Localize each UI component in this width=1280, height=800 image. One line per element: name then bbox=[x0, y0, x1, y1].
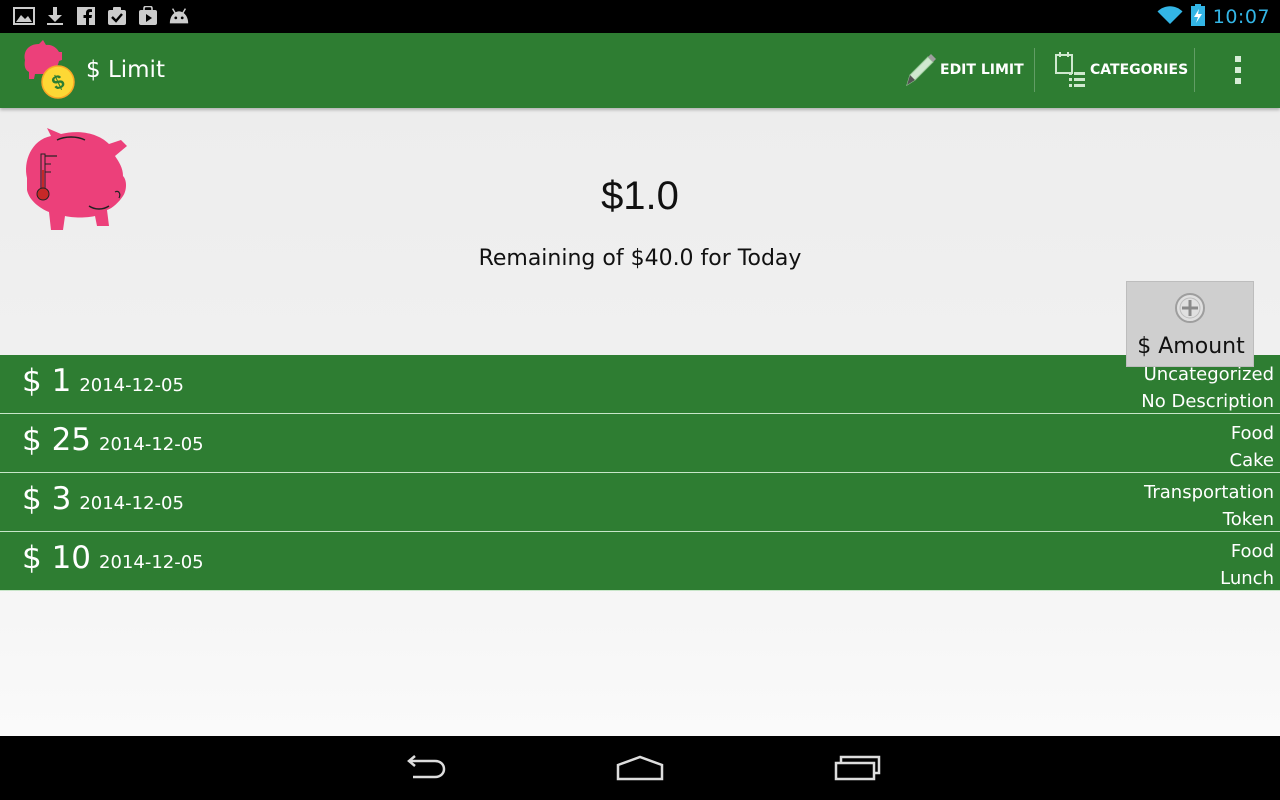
expense-date: 2014-12-05 bbox=[99, 434, 204, 455]
expense-amount-date: $ 25 2014-12-05 bbox=[22, 422, 204, 458]
recent-apps-icon bbox=[834, 755, 881, 781]
expense-row[interactable]: $ 25 2014-12-05 Food Cake bbox=[0, 414, 1280, 473]
edit-limit-label: EDIT LIMIT bbox=[940, 62, 1024, 78]
app-title: $ Limit bbox=[86, 57, 165, 83]
expense-amount: $ 10 bbox=[22, 540, 92, 576]
expense-description: Cake bbox=[1229, 450, 1274, 471]
expense-date: 2014-12-05 bbox=[79, 375, 184, 396]
wifi-icon bbox=[1157, 5, 1183, 29]
expense-description: Lunch bbox=[1220, 568, 1274, 589]
categories-list-icon bbox=[1050, 50, 1090, 90]
expense-amount: $ 25 bbox=[22, 422, 92, 458]
expense-date: 2014-12-05 bbox=[79, 493, 184, 514]
home-icon bbox=[616, 755, 664, 781]
expense-category: Food bbox=[1230, 423, 1274, 444]
system-status: 10:07 bbox=[1157, 0, 1270, 33]
expense-amount: $ 1 bbox=[22, 363, 72, 399]
expense-row[interactable]: $ 1 2014-12-05 Uncategorized No Descripti… bbox=[0, 355, 1280, 414]
home-button[interactable] bbox=[610, 750, 670, 786]
overflow-menu-button[interactable] bbox=[1222, 52, 1254, 88]
back-icon bbox=[407, 755, 446, 779]
battery-charging-icon bbox=[1190, 3, 1205, 30]
status-bar: 10:07 bbox=[0, 0, 1280, 33]
expense-description: No Description bbox=[1141, 391, 1274, 412]
expense-category: Transportation bbox=[1144, 482, 1274, 503]
overflow-menu-icon bbox=[1235, 56, 1241, 84]
expense-row[interactable]: $ 10 2014-12-05 Food Lunch bbox=[0, 532, 1280, 591]
plus-circle-icon bbox=[1174, 292, 1206, 324]
clipboard-check-icon bbox=[106, 5, 128, 27]
main-content: $1.0 Remaining of $40.0 for Today $ Amou… bbox=[0, 108, 1280, 736]
categories-button[interactable]: CATEGORIES bbox=[1050, 47, 1190, 93]
expense-list: $ 1 2014-12-05 Uncategorized No Descripti… bbox=[0, 355, 1280, 591]
edit-limit-button[interactable]: EDIT LIMIT bbox=[900, 47, 1032, 93]
app-logo-icon: $ bbox=[19, 38, 79, 100]
remaining-description: Remaining of $40.0 for Today bbox=[478, 246, 802, 271]
expense-description: Token bbox=[1222, 509, 1274, 530]
expense-amount: $ 3 bbox=[22, 481, 72, 517]
action-separator bbox=[1034, 48, 1035, 92]
android-icon bbox=[168, 5, 190, 27]
expense-date: 2014-12-05 bbox=[99, 552, 204, 573]
expense-amount-date: $ 1 2014-12-05 bbox=[22, 363, 184, 399]
notification-icons bbox=[13, 5, 190, 27]
picture-icon bbox=[13, 5, 35, 27]
app-screen: 10:07 $ $ Limit EDIT LIMIT CATEGORIES $1… bbox=[0, 0, 1280, 800]
pencil-icon bbox=[900, 50, 940, 90]
download-icon bbox=[44, 5, 66, 27]
expense-amount-date: $ 10 2014-12-05 bbox=[22, 540, 204, 576]
back-button[interactable] bbox=[394, 750, 454, 786]
expense-amount-date: $ 3 2014-12-05 bbox=[22, 481, 184, 517]
navigation-bar bbox=[0, 736, 1280, 800]
expense-row[interactable]: $ 3 2014-12-05 Transportation Token bbox=[0, 473, 1280, 532]
expense-details: Food Lunch bbox=[1220, 538, 1274, 592]
expense-category: Food bbox=[1230, 541, 1274, 562]
expense-details: Uncategorized No Description bbox=[1141, 361, 1274, 415]
add-amount-label: $ Amount bbox=[1137, 334, 1245, 359]
expense-details: Food Cake bbox=[1230, 420, 1274, 474]
recent-apps-button[interactable] bbox=[828, 750, 888, 786]
status-clock: 10:07 bbox=[1212, 5, 1270, 28]
play-store-icon bbox=[137, 5, 159, 27]
action-bar: $ $ Limit EDIT LIMIT CATEGORIES bbox=[0, 33, 1280, 108]
remaining-amount: $1.0 bbox=[601, 174, 679, 218]
expense-details: Transportation Token bbox=[1144, 479, 1274, 533]
action-separator bbox=[1194, 48, 1195, 92]
facebook-icon bbox=[75, 5, 97, 27]
add-amount-button[interactable]: $ Amount bbox=[1126, 281, 1254, 367]
categories-label: CATEGORIES bbox=[1090, 62, 1189, 78]
